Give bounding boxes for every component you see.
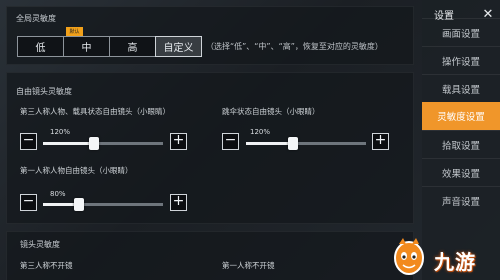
sidebar-item-sensitivity[interactable]: 灵敏度设置 [422,102,500,130]
sidebar-item-effects[interactable]: 效果设置 [422,158,500,186]
camera-sensitivity-title: 镜头灵敏度 [20,240,60,249]
preset-low-button[interactable]: 低 [17,36,64,57]
preset-medium-button[interactable]: 中 [63,36,110,57]
preset-custom-button[interactable]: 自定义 [155,36,202,57]
slider-fill [43,142,93,145]
default-badge: 默认 [66,27,83,36]
sidebar-item-controls[interactable]: 操作设置 [422,46,500,74]
slider-label-first-person: 第一人称人物自由镜头（小眼睛） [20,166,133,175]
first-person-no-scope-label: 第一人称不开镜 [222,261,275,270]
slider-fill [43,203,77,206]
slider-handle[interactable] [89,137,99,150]
decrease-button[interactable]: − [20,194,37,211]
sidebar-item-graphics[interactable]: 画面设置 [422,18,500,46]
decrease-button[interactable]: − [222,133,239,150]
sidebar-item-pickup[interactable]: 拾取设置 [422,130,500,158]
increase-button[interactable]: + [170,133,187,150]
sidebar-item-vehicle[interactable]: 载具设置 [422,74,500,102]
slider-value-third-person: 120% [50,128,71,136]
slider-label-third-person: 第三人称人物、载具状态自由镜头（小眼睛） [20,107,170,116]
close-icon[interactable]: ✕ [481,8,495,22]
slider-track-parachute[interactable] [246,137,366,150]
slider-fill [246,142,292,145]
sensitivity-preset-selector: 低 中 高 自定义 [17,36,202,57]
increase-button[interactable]: + [170,194,187,211]
camera-sensitivity-panel [6,231,414,280]
preset-note: （选择“低”、“中”、“高”，恢复至对应的灵敏度） [206,42,383,51]
third-person-no-scope-label: 第三人称不开镜 [20,261,73,270]
slider-handle[interactable] [288,137,298,150]
free-look-title: 自由镜头灵敏度 [16,87,72,96]
slider-value-first-person: 80% [50,190,66,198]
slider-value-parachute: 120% [250,128,271,136]
preset-high-button[interactable]: 高 [109,36,156,57]
sidebar-item-audio[interactable]: 声音设置 [422,186,500,214]
watermark-text: 九游 [434,250,476,274]
slider-handle[interactable] [74,198,84,211]
global-sensitivity-title: 全局灵敏度 [16,14,56,23]
slider-label-parachute: 跳伞状态自由镜头（小眼睛） [222,107,320,116]
slider-track-first-person[interactable] [43,198,163,211]
increase-button[interactable]: + [372,133,389,150]
decrease-button[interactable]: − [20,133,37,150]
slider-track-third-person[interactable] [43,137,163,150]
